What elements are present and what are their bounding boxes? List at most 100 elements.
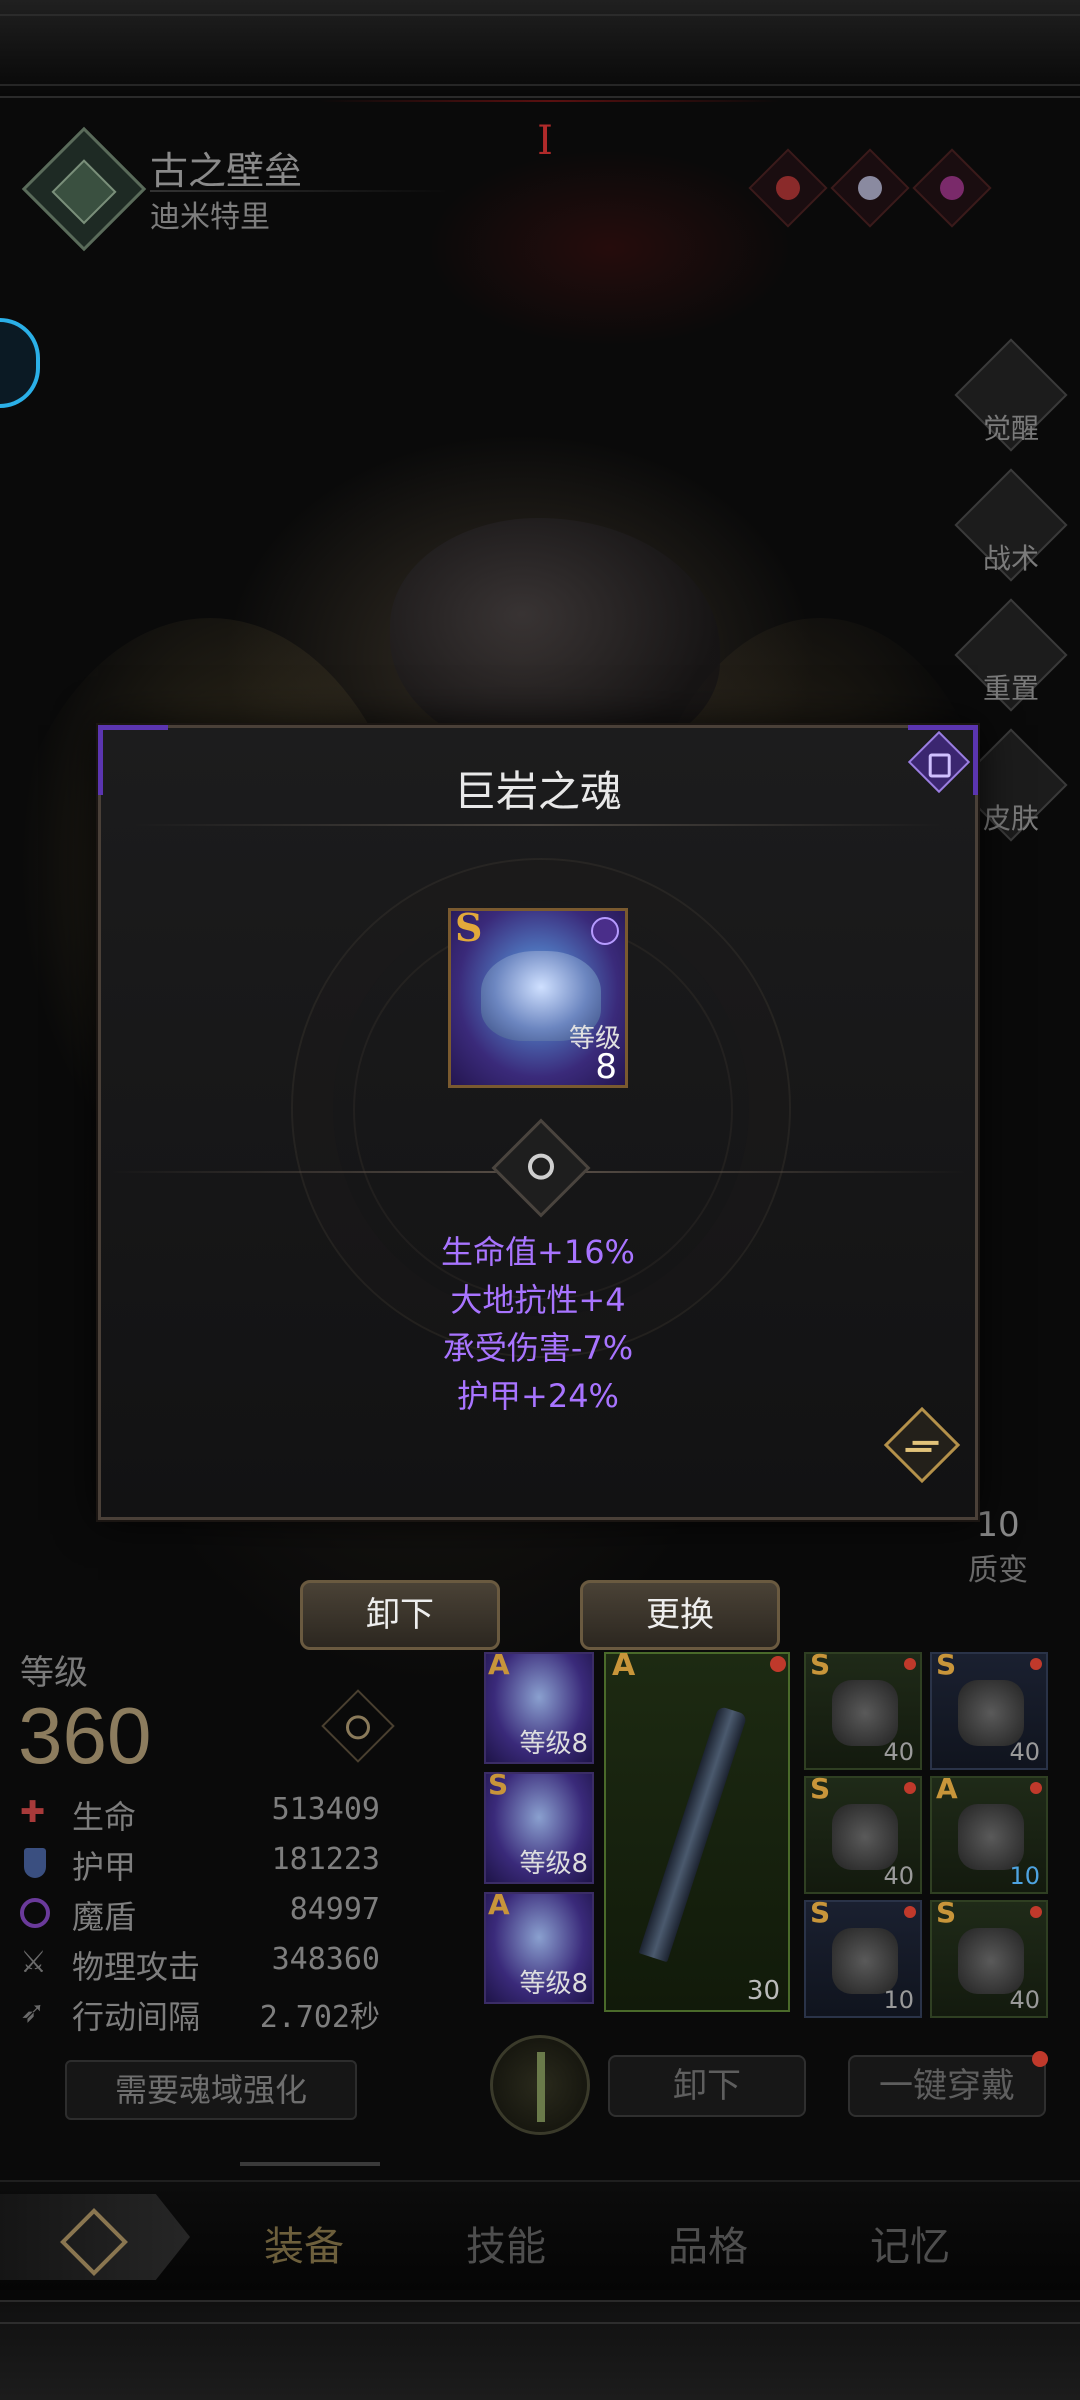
soul-level: 等级8	[519, 1849, 588, 1879]
equip-all-button[interactable]: 一键穿戴	[848, 2051, 1048, 2117]
soul-slot-2[interactable]: S 等级8	[484, 1768, 594, 1884]
stat-physical-attack: ⚔ 物理攻击 348360	[20, 1942, 380, 1986]
soul-grade: S	[488, 1768, 509, 1801]
item-level: 8	[595, 1047, 617, 1087]
equip-all-label: 一键穿戴	[879, 2066, 1015, 2106]
gear-slot-ring[interactable]: S 10	[804, 1896, 922, 2018]
stat-value: 513409	[271, 1792, 380, 1827]
tab-equipment[interactable]: 装备	[264, 2214, 344, 2272]
gear-level: 40	[883, 1862, 914, 1890]
stat-action-interval: ➶ 行动间隔 2.702秒	[20, 1992, 380, 2037]
stat-line: 承受伤害-7%	[442, 1329, 634, 1367]
gear-level: 40	[883, 1738, 914, 1766]
gear-level: 10	[883, 1986, 914, 2014]
notification-dot	[1030, 1782, 1042, 1794]
tactics-button[interactable]: 战术	[954, 468, 1068, 595]
tab-traits[interactable]: 品格	[668, 2214, 748, 2272]
tactics-label: 战术	[982, 542, 1039, 575]
sword-icon	[638, 1705, 748, 1963]
soul-grade: A	[488, 1888, 510, 1921]
stat-magic-shield: 魔盾 84997	[20, 1892, 380, 1936]
weapon-grade: A	[612, 1648, 636, 1683]
armor-icon	[958, 1680, 1024, 1746]
stat-value: 181223	[271, 1842, 380, 1877]
weapon-slot[interactable]: A 30	[604, 1648, 790, 2012]
card-lock-icon	[591, 917, 619, 945]
stat-line: 大地抗性+4	[450, 1281, 626, 1319]
skin-label: 皮肤	[982, 802, 1039, 835]
skin-button[interactable]: 皮肤	[954, 728, 1068, 855]
notification-dot	[904, 1658, 916, 1670]
soul-slot-3[interactable]: A 等级8	[484, 1888, 594, 2004]
crossed-swords-icon: ⚔	[20, 1945, 47, 1980]
soul-item-card: S 等级 8	[448, 905, 628, 1088]
helmet-icon	[832, 1680, 898, 1746]
tab-skills[interactable]: 技能	[466, 2214, 546, 2272]
stat-name: 魔盾	[72, 1898, 137, 1936]
gear-slot-armor[interactable]: S 40	[930, 1648, 1048, 1770]
top-frame	[0, 0, 1080, 98]
gear-grade: S	[936, 1648, 957, 1681]
hero-name: 迪米特里	[150, 200, 270, 235]
notification-dot	[770, 1656, 786, 1672]
character-level-label: 等级	[20, 1653, 88, 1693]
stat-name: 生命	[72, 1798, 137, 1836]
nav-active-indicator	[240, 2162, 380, 2166]
unequip-all-button[interactable]: 卸下	[608, 2055, 806, 2117]
ring-icon	[832, 1928, 898, 1994]
notification-dot	[1030, 1906, 1042, 1918]
gear-grade: S	[936, 1896, 957, 1929]
notification-dot	[1030, 1658, 1042, 1670]
dialog-title: 巨岩之魂	[453, 767, 622, 816]
hero-title: 古之壁垒	[150, 149, 303, 193]
notification-dot	[904, 1782, 916, 1794]
unequip-soul-button[interactable]: 卸下	[300, 1580, 500, 1650]
item-grade: S	[455, 905, 483, 950]
wing-speed-icon: ➶	[20, 1995, 46, 2030]
weapon-level: 30	[746, 1976, 780, 2006]
stat-value: 84997	[289, 1892, 380, 1927]
soul-level: 等级8	[519, 1969, 588, 1999]
gear-level: 10	[1009, 1862, 1040, 1890]
gear-slot-belt[interactable]: A 10	[930, 1772, 1048, 1894]
replace-soul-button[interactable]: 更换	[580, 1580, 780, 1650]
stat-health: ✚ 生命 513409	[20, 1792, 380, 1836]
bottom-frame	[0, 2300, 1080, 2400]
boots-icon	[958, 1928, 1024, 1994]
rank-mark: I	[537, 118, 553, 164]
soul-stats-list: 生命值+16% 大地抗性+4 承受伤害-7% 护甲+24%	[101, 1228, 975, 1420]
title-divider	[131, 824, 945, 826]
character-level: 360	[18, 1691, 152, 1780]
stat-value: 348360	[271, 1942, 380, 1977]
tab-memory[interactable]: 记忆	[870, 2214, 950, 2272]
gear-slot-gloves[interactable]: S 40	[804, 1772, 922, 1894]
soul-slot-1[interactable]: A 等级8	[484, 1648, 594, 1764]
stat-name: 行动间隔	[72, 1998, 201, 2036]
soul-grade: A	[488, 1648, 510, 1681]
soul-realm-enhance-button[interactable]: 需要魂域强化	[65, 2060, 357, 2120]
gear-slot-helmet[interactable]: S 40	[804, 1648, 922, 1770]
gauntlet-icon	[832, 1804, 898, 1870]
health-cross-icon: ✚	[20, 1795, 46, 1830]
gear-grade: S	[810, 1772, 831, 1805]
belt-icon	[958, 1804, 1024, 1870]
stat-line: 生命值+16%	[441, 1233, 635, 1271]
reset-label: 重置	[982, 672, 1039, 705]
mutate-label: 质变	[968, 1553, 1028, 1588]
stat-line: 护甲+24%	[457, 1377, 619, 1415]
gear-level: 40	[1009, 1738, 1040, 1766]
gear-grade: S	[810, 1896, 831, 1929]
gear-level: 40	[1009, 1986, 1040, 2014]
soul-level: 等级8	[519, 1729, 588, 1759]
stat-name: 物理攻击	[72, 1948, 201, 1986]
awaken-label: 觉醒	[982, 412, 1039, 445]
armor-shield-icon	[24, 1848, 46, 1878]
magic-shield-icon	[20, 1898, 50, 1928]
reset-button[interactable]: 重置	[954, 598, 1068, 725]
sword-emblem-icon[interactable]	[490, 2035, 590, 2135]
gear-slot-boots[interactable]: S 40	[930, 1896, 1048, 2018]
rank-divider	[320, 100, 780, 102]
stat-value: 2.702秒	[259, 2000, 380, 2035]
awaken-button[interactable]: 觉醒	[954, 338, 1068, 465]
back-arrow-icon[interactable]	[0, 2194, 190, 2280]
